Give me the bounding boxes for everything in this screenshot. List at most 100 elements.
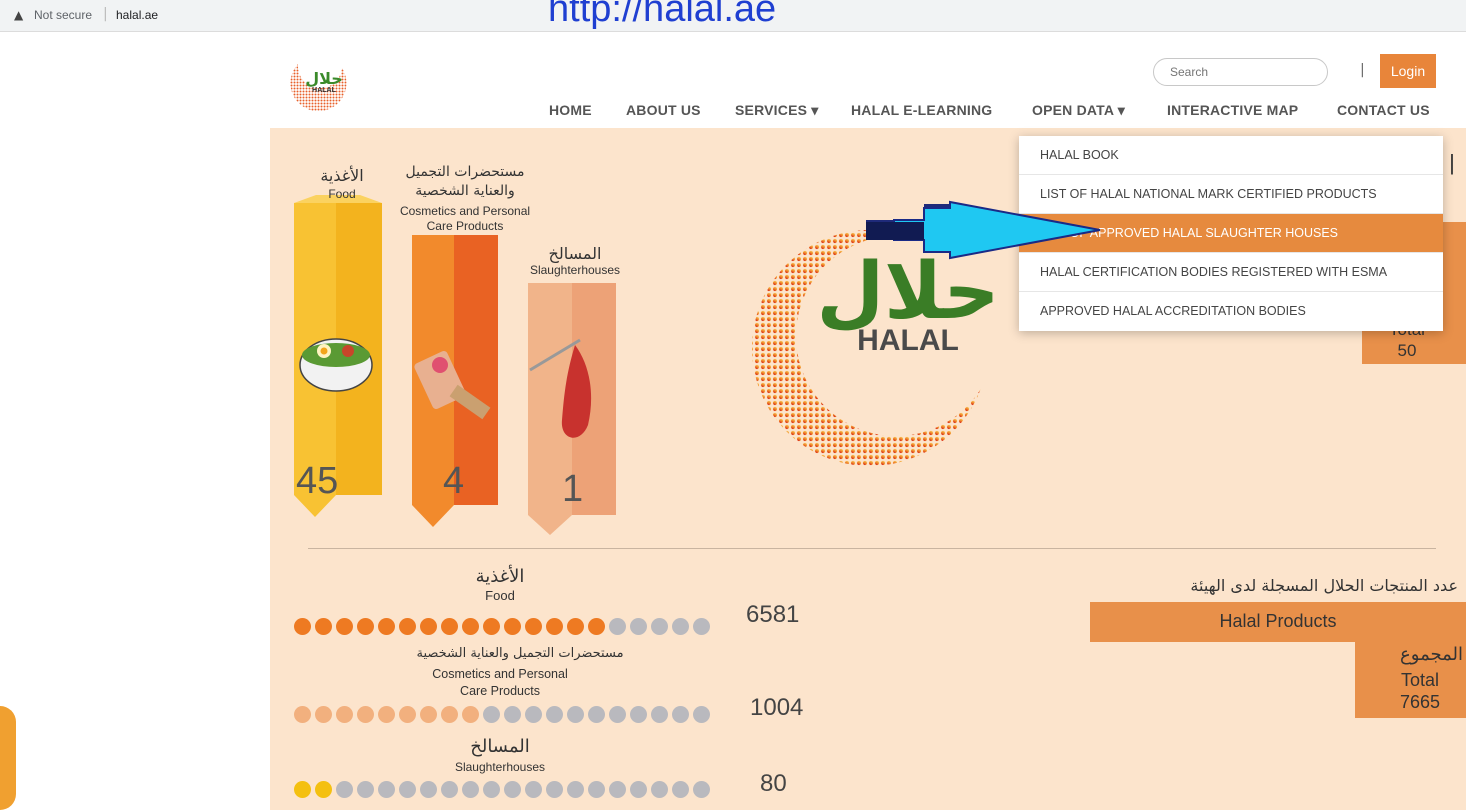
dot (546, 618, 563, 635)
cosmetics-count: 4 (443, 460, 465, 502)
dot (315, 706, 332, 723)
dot (399, 706, 416, 723)
dot (630, 781, 647, 798)
dot (672, 706, 689, 723)
product-slaughter-count: 80 (760, 770, 787, 797)
product-cosmetics-count: 1004 (750, 694, 804, 721)
slaughter-label-ar: المسالخ (548, 244, 602, 263)
dot (567, 706, 584, 723)
halal-logo-icon: حلال HALAL (290, 64, 347, 112)
dot (336, 618, 353, 635)
dot (357, 618, 374, 635)
cosmetics-label-ar2: والعناية الشخصية (415, 183, 515, 199)
dot (630, 618, 647, 635)
dot (483, 781, 500, 798)
product-slaughter-en: Slaughterhouses (454, 760, 546, 774)
section-divider (308, 548, 1436, 549)
dot (651, 781, 668, 798)
dot (378, 618, 395, 635)
search-input[interactable] (1153, 58, 1328, 86)
nav-about-us[interactable]: ABOUT US (626, 102, 701, 122)
nav-services[interactable]: SERVICES ▾ (735, 102, 818, 122)
pointer-arrow-icon (866, 200, 1101, 260)
dot (399, 781, 416, 798)
nav-open-data[interactable]: OPEN DATA ▾ (1032, 102, 1125, 122)
dot (420, 618, 437, 635)
facilities-total-value: 50 (1397, 341, 1417, 360)
nav-home[interactable]: HOME (549, 102, 592, 122)
dot (609, 781, 626, 798)
login-button[interactable]: Login (1380, 54, 1436, 88)
menu-item-accreditation-bodies[interactable]: APPROVED HALAL ACCREDITATION BODIES (1019, 292, 1443, 331)
dot (609, 706, 626, 723)
dot (588, 618, 605, 635)
dot (378, 781, 395, 798)
dot (546, 781, 563, 798)
dot (336, 706, 353, 723)
header-divider: | (1360, 62, 1365, 78)
nav-halal-e-learning[interactable]: HALAL E-LEARNING (851, 102, 992, 122)
product-slaughter-dots (294, 781, 714, 801)
dot (693, 781, 710, 798)
product-cosmetics-ar: مستحضرات التجميل والعناية الشخصية (416, 646, 624, 661)
dot (693, 618, 710, 635)
products-total-ar: المجموع (1400, 644, 1463, 665)
dot (441, 618, 458, 635)
products-panel-title-ar: عدد المنتجات الحلال المسجلة لدى الهيئة (1190, 576, 1458, 595)
dot (315, 781, 332, 798)
dot (294, 781, 311, 798)
cosmetics-label-en2: Care Products (426, 219, 504, 233)
edge-accent (0, 706, 16, 810)
dot (504, 618, 521, 635)
dot (630, 706, 647, 723)
dot (462, 781, 479, 798)
product-cosmetics-dots (294, 706, 714, 726)
logo-english: HALAL (312, 87, 336, 94)
dot (546, 706, 563, 723)
dot (651, 618, 668, 635)
address-host[interactable]: halal.ae (116, 8, 158, 22)
food-count: 45 (296, 460, 339, 502)
product-food-count: 6581 (746, 601, 800, 628)
page: ▲ Not secure | halal.ae http://halal.ae … (0, 0, 1466, 810)
dot (504, 706, 521, 723)
products-panel-title-en: Halal Products (1219, 611, 1337, 631)
dot (672, 618, 689, 635)
dot (294, 618, 311, 635)
dot (378, 706, 395, 723)
slaughter-label-en: Slaughterhouses (529, 263, 621, 277)
dot (294, 706, 311, 723)
product-food-dots (294, 618, 714, 638)
product-food-ar: الأغذية (475, 566, 525, 587)
warning-icon: ▲ (14, 8, 24, 22)
dot (567, 781, 584, 798)
dot (525, 781, 542, 798)
dot (441, 781, 458, 798)
dot (588, 781, 605, 798)
dot (420, 781, 437, 798)
dot (462, 706, 479, 723)
products-total-en: Total (1400, 670, 1440, 690)
dot (588, 706, 605, 723)
nav-contact-us[interactable]: CONTACT US (1337, 102, 1430, 122)
dot (651, 706, 668, 723)
product-cosmetics-en2: Care Products (460, 684, 540, 698)
dot (525, 706, 542, 723)
dot (441, 706, 458, 723)
dot (462, 618, 479, 635)
nav-interactive-map[interactable]: INTERACTIVE MAP (1167, 102, 1298, 122)
dot (357, 781, 374, 798)
dot (504, 781, 521, 798)
cosmetics-label-ar1: مستحضرات التجميل (405, 164, 525, 180)
product-slaughter-ar: المسالخ (470, 736, 530, 757)
dot (315, 618, 332, 635)
edge-text-1: | (1449, 150, 1455, 175)
products-total-value: 7665 (1399, 692, 1441, 712)
menu-item-halal-book[interactable]: HALAL BOOK (1019, 136, 1443, 175)
slaughter-count: 1 (562, 468, 584, 510)
url-caption: http://halal.ae (548, 0, 777, 30)
food-label-ar: الأغذية (320, 166, 364, 185)
address-divider: | (103, 6, 108, 22)
halal-logo[interactable]: حلال HALAL (284, 54, 356, 118)
dot (483, 706, 500, 723)
